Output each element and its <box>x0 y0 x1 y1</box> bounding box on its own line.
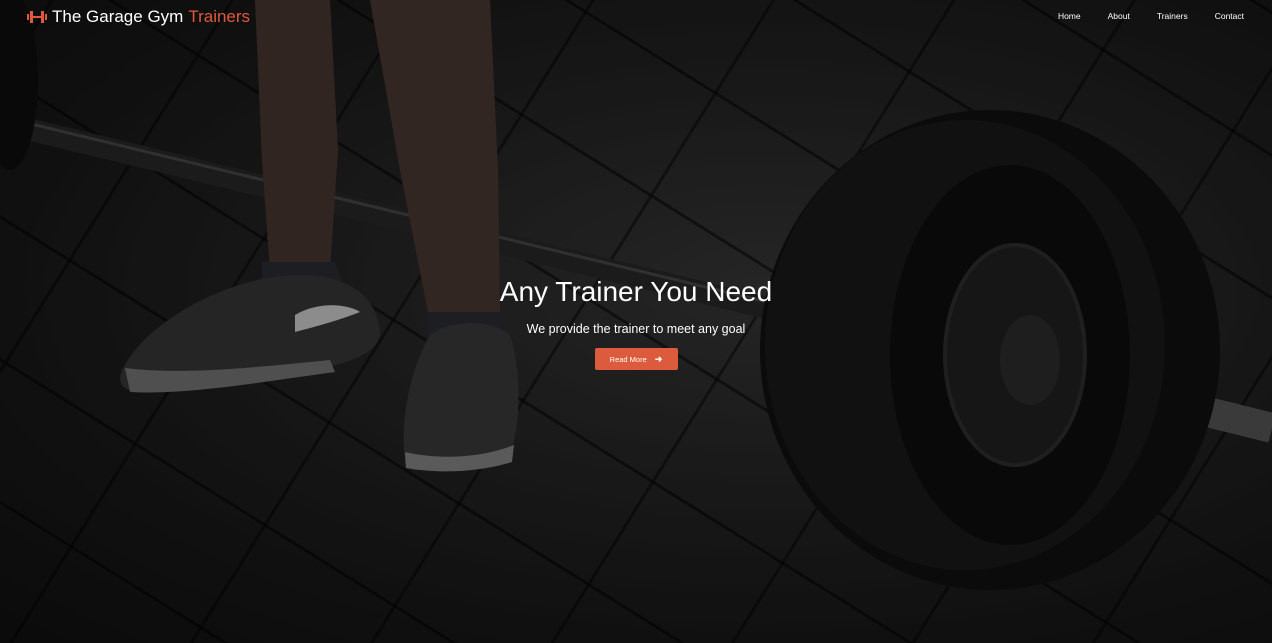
nav-link-contact[interactable]: Contact <box>1215 11 1244 21</box>
hero-title: Any Trainer You Need <box>499 276 773 307</box>
hero-section: The Garage Gym Trainers Home About Train… <box>0 0 1272 643</box>
brand-logo[interactable]: The Garage Gym Trainers <box>27 6 250 28</box>
top-navbar: The Garage Gym Trainers Home About Train… <box>0 0 1272 34</box>
read-more-button[interactable]: Read More ➜ <box>594 348 678 370</box>
nav-link-trainers[interactable]: Trainers <box>1157 11 1188 21</box>
nav-menu: Home About Trainers Contact <box>1031 11 1244 21</box>
hero-subtitle: We provide the trainer to meet any goal <box>526 322 746 336</box>
nav-link-about[interactable]: About <box>1108 11 1130 21</box>
brand-accent-text: Trainers <box>188 7 251 26</box>
dumbbell-icon <box>27 11 47 23</box>
brand-name: The Garage Gym <box>52 7 184 26</box>
arrow-right-icon: ➜ <box>654 353 663 364</box>
nav-link-home[interactable]: Home <box>1058 11 1081 21</box>
read-more-label: Read More <box>609 354 647 364</box>
hero-content: Any Trainer You Need We provide the trai… <box>0 272 1272 370</box>
